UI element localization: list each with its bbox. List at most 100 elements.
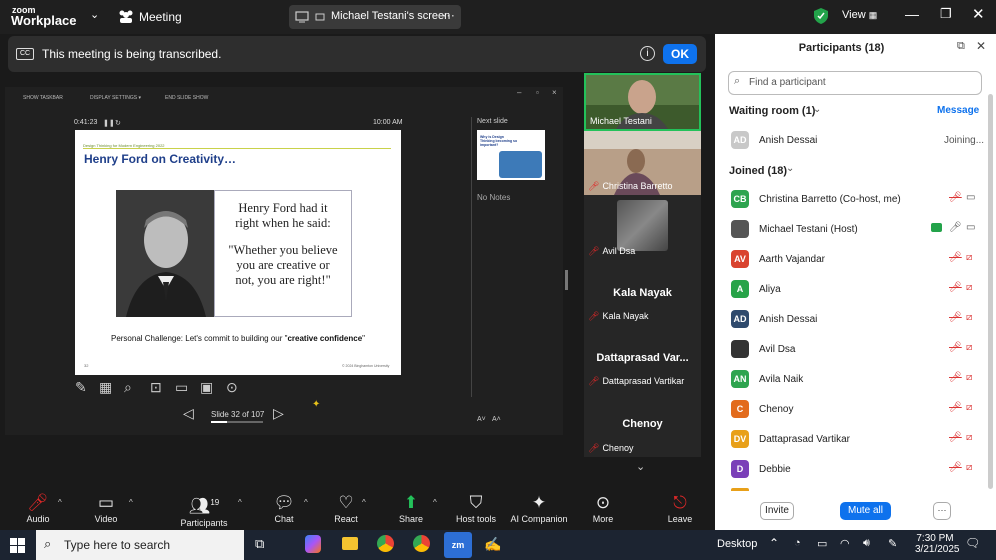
video-off-icon[interactable]: ⧄ <box>966 432 972 443</box>
taskbar-search-input[interactable]: Type here to search <box>64 538 170 552</box>
video-tile-kala[interactable]: Kala Nayak 🎤︎ Kala Nayak <box>584 260 701 325</box>
minimize-icon[interactable]: — <box>905 6 919 22</box>
participants-button[interactable]: 👥︎19 Participants <box>176 492 232 528</box>
share-button[interactable]: ⬆ Share <box>395 492 427 524</box>
show-taskbar-button[interactable]: SHOW TASKBAR <box>23 95 63 101</box>
participant-row[interactable]: AV Aarth Vajandar 🎤︎ ⧄ <box>715 244 996 274</box>
display-settings-button[interactable]: DISPLAY SETTINGS ▾ <box>90 95 141 101</box>
security-shield-icon[interactable] <box>814 8 828 24</box>
ok-button[interactable]: OK <box>663 44 697 64</box>
participant-row[interactable]: AD Anish Dessai 🎤︎ ⧄ <box>715 304 996 334</box>
muted-mic-icon[interactable]: 🎤︎ <box>949 312 962 323</box>
video-off-icon[interactable]: ⧄ <box>966 282 972 293</box>
chrome-icon[interactable] <box>377 535 394 552</box>
ai-companion-button[interactable]: ✦ AI Companion <box>509 492 569 524</box>
camera-toggle-icon[interactable]: ⊡ <box>150 379 162 396</box>
windows-start-icon[interactable] <box>10 538 25 553</box>
volume-icon[interactable]: 🔊︎ <box>863 537 870 550</box>
video-button[interactable]: ▭︎ Video <box>88 492 124 524</box>
audio-button[interactable]: 🎤︎ Audio <box>20 492 56 524</box>
restart-icon[interactable]: ↻ <box>115 119 121 127</box>
waiting-row[interactable]: AD Anish Dessai Joining... <box>715 125 996 155</box>
chrome-profile-icon[interactable] <box>413 535 430 552</box>
previous-slide-icon[interactable]: ◁ <box>183 405 194 422</box>
video-camera-icon[interactable]: ▭ <box>966 192 975 203</box>
video-off-icon[interactable]: ⧄ <box>966 372 972 383</box>
react-caret-icon[interactable]: ^ <box>362 498 366 507</box>
chevron-down-icon[interactable]: ⌄ <box>786 163 794 174</box>
meeting-label[interactable]: Meeting <box>139 10 182 24</box>
taskbar-search[interactable]: ⌕ Type here to search <box>36 530 244 560</box>
video-tile-michael[interactable]: Michael Testani <box>584 73 701 131</box>
wifi-icon[interactable]: ◠ <box>840 537 850 550</box>
video-off-icon[interactable]: ⧄ <box>966 402 972 413</box>
muted-mic-icon[interactable]: 🎤︎ <box>949 372 962 383</box>
participant-row[interactable]: AN Avila Naik 🎤︎ ⧄ <box>715 364 996 394</box>
leave-button[interactable]: ⎋ Leave <box>664 492 696 524</box>
video-tile-christina[interactable]: 🎤︎ Christina Barretto <box>584 131 701 195</box>
minimize-icon[interactable]: – <box>517 88 521 97</box>
video-tile-chenoy[interactable]: Chenoy 🎤︎ Chenoy <box>584 390 701 457</box>
whiteboard-app-icon[interactable]: ✍ <box>484 536 501 553</box>
mic-icon[interactable]: 🎤︎ <box>949 222 962 233</box>
video-off-icon[interactable]: ⧄ <box>966 252 972 263</box>
video-caret-icon[interactable]: ^ <box>129 498 133 507</box>
pop-out-icon[interactable]: ⧉ <box>957 40 965 53</box>
subtitles-icon[interactable]: ▭ <box>175 379 188 396</box>
video-off-icon[interactable]: ⧄ <box>966 342 972 353</box>
host-tools-button[interactable]: ⛉ Host tools <box>454 492 498 524</box>
audio-caret-icon[interactable]: ^ <box>58 498 62 507</box>
resize-handle[interactable] <box>565 270 568 290</box>
more-button[interactable]: ⊙ More <box>588 492 618 524</box>
participant-row[interactable]: CB Christina Barretto (Co-host, me) 🎤︎ ▭ <box>715 184 996 214</box>
font-increase-icon[interactable]: A˄ <box>492 416 501 423</box>
desktop-label[interactable]: Desktop <box>717 538 757 550</box>
next-slide-thumbnail[interactable]: Why is Design Thinking becoming so impor… <box>477 130 545 180</box>
react-button[interactable]: ♡ React <box>330 492 362 524</box>
muted-mic-icon[interactable]: 🎤︎ <box>949 252 962 263</box>
mute-all-button[interactable]: Mute all <box>840 502 891 520</box>
participant-row[interactable]: Michael Testani (Host) 🎤︎ ▭ <box>715 214 996 244</box>
pen-input-icon[interactable]: ✎ <box>888 537 897 550</box>
view-button[interactable]: View ▦ <box>842 9 877 21</box>
message-button[interactable]: Message <box>937 105 979 116</box>
zoom-magnifier-icon[interactable]: ⌕ <box>124 379 132 396</box>
chevron-up-icon[interactable]: ⌃ <box>769 536 779 550</box>
taskbar-clock[interactable]: 7:30 PM 3/21/2025 <box>915 533 960 555</box>
file-explorer-icon[interactable] <box>342 537 358 550</box>
muted-mic-icon[interactable]: 🎤︎ <box>949 282 962 293</box>
video-tile-avil[interactable]: 🎤︎ Avil Dsa <box>584 195 701 260</box>
chevron-down-icon[interactable]: ⌄ <box>813 104 821 115</box>
invite-button[interactable]: Invite <box>760 502 794 520</box>
search-input[interactable]: Find a participant <box>749 77 826 88</box>
maximize-icon[interactable]: ❐ <box>940 6 952 22</box>
pause-icon[interactable]: ❚❚ <box>103 119 115 127</box>
video-off-icon[interactable]: ⧄ <box>966 312 972 323</box>
chevron-down-icon[interactable]: ⌄ <box>90 8 99 21</box>
notifications-icon[interactable]: 🗨︎ <box>965 536 980 550</box>
chat-caret-icon[interactable]: ^ <box>304 498 308 507</box>
video-camera-icon[interactable]: ▭ <box>966 222 975 233</box>
copilot-icon[interactable] <box>305 535 321 553</box>
participant-row[interactable]: C Chenoy 🎤︎ ⧄ <box>715 394 996 424</box>
participant-row[interactable]: D Debbie 🎤︎ ⧄ <box>715 454 996 484</box>
muted-mic-icon[interactable]: 🎤︎ <box>949 432 962 443</box>
muted-mic-icon[interactable]: 🎤︎ <box>949 402 962 413</box>
close-panel-icon[interactable]: ✕ <box>976 39 986 53</box>
all-slides-icon[interactable]: ▦ <box>99 379 112 396</box>
video-off-icon[interactable]: ⧄ <box>966 462 972 473</box>
waiting-room-title[interactable]: Waiting room (1) <box>729 105 815 117</box>
end-slide-show-button[interactable]: END SLIDE SHOW <box>165 95 208 101</box>
muted-mic-icon[interactable]: 🎤︎ <box>949 192 962 203</box>
close-icon[interactable]: × <box>552 88 557 97</box>
more-button[interactable]: ··· <box>933 502 951 520</box>
task-view-icon[interactable]: ⧉ <box>255 536 264 552</box>
restore-icon[interactable]: ▫ <box>536 88 539 97</box>
network-icon[interactable]: ◔ <box>794 537 801 549</box>
pen-icon[interactable]: ✎ <box>75 379 87 396</box>
font-decrease-icon[interactable]: A˅ <box>477 416 486 423</box>
video-camera-icon[interactable]: ▣ <box>200 379 213 396</box>
participant-row[interactable]: Avil Dsa 🎤︎ ⧄ <box>715 334 996 364</box>
chat-button[interactable]: 💬︎ Chat <box>268 492 300 524</box>
close-icon[interactable]: ✕ <box>972 5 985 23</box>
